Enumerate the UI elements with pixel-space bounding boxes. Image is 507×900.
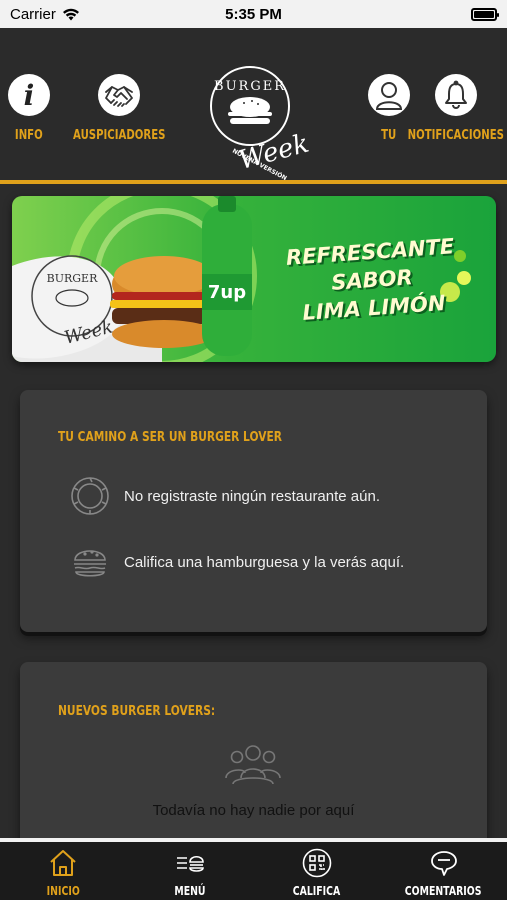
- burger-week-logo: BURGER Week NOVENA VERSIÓN: [202, 56, 320, 182]
- notifications-label: NOTIFICACIONES: [407, 128, 505, 143]
- header-divider: [0, 180, 507, 184]
- tab-comentarios[interactable]: COMENTARIOS: [380, 842, 507, 900]
- new-lovers-empty-text: Todavía no hay nadie por aquí: [152, 802, 355, 819]
- tab-inicio-label: INICIO: [46, 884, 80, 898]
- wifi-icon: [62, 8, 79, 20]
- promo-headline: REFRESCANTE SABOR LIMA LIMÓN: [259, 230, 484, 329]
- bottom-tab-bar: INICIO MENÚ CALIFICA COMENTARIOS: [0, 838, 507, 900]
- menu-icon: [177, 855, 204, 872]
- burger-icon: [74, 550, 106, 577]
- logo-title: BURGER: [214, 79, 286, 94]
- bell-icon: [435, 74, 477, 116]
- restaurant-status-text: No registraste ningún restaurante aún.: [124, 487, 380, 505]
- new-lovers-card-title: NUEVOS BURGER LOVERS:: [58, 704, 216, 719]
- svg-text:i: i: [24, 79, 35, 112]
- status-bar: Carrier 5:35 PM: [0, 0, 507, 28]
- burger-lover-progress-card: TU CAMINO A SER UN BURGER LOVER No regis…: [20, 390, 487, 632]
- handshake-icon: [98, 74, 141, 116]
- tab-menu-label: MENÚ: [174, 884, 206, 898]
- promo-banner[interactable]: BURGER Week 7up REFRESCANTE SABOR LIMA L…: [12, 196, 496, 362]
- carrier-label: Carrier: [10, 5, 56, 23]
- info-button[interactable]: i INFO: [8, 74, 50, 143]
- tab-comentarios-label: COMENTARIOS: [405, 884, 482, 898]
- badge-icon: [71, 477, 109, 515]
- sticker-title: BURGER: [47, 272, 98, 285]
- home-icon: [50, 850, 77, 876]
- notifications-button[interactable]: NOTIFICACIONES: [406, 74, 506, 143]
- info-label: INFO: [15, 128, 43, 143]
- qr-code-icon: [302, 848, 332, 878]
- new-burger-lovers-card: NUEVOS BURGER LOVERS: Todavía no hay nad…: [20, 662, 487, 852]
- tab-inicio[interactable]: INICIO: [0, 842, 127, 900]
- info-icon: i: [8, 74, 50, 116]
- sponsors-button[interactable]: AUSPICIADORES: [60, 74, 178, 143]
- status-left: Carrier: [10, 6, 80, 23]
- burger-lover-card-title: TU CAMINO A SER UN BURGER LOVER: [58, 430, 282, 445]
- user-icon: [368, 74, 410, 116]
- profile-label: TU: [381, 128, 397, 143]
- sponsors-label: AUSPICIADORES: [73, 128, 166, 143]
- battery-icon: [471, 7, 499, 21]
- rating-status-row: Califica una hamburguesa y la verás aquí…: [70, 542, 404, 582]
- group-users-icon: [225, 745, 281, 785]
- comment-icon: [430, 851, 457, 876]
- app-header: i INFO AUSPICIADORES BURGER Week NOVENA …: [0, 28, 507, 182]
- profile-button[interactable]: TU: [368, 74, 410, 143]
- restaurant-status-row: No registraste ningún restaurante aún.: [70, 476, 380, 516]
- rating-status-text: Califica una hamburguesa y la verás aquí…: [124, 553, 405, 571]
- brand-label: 7up: [208, 282, 246, 303]
- tab-califica-label: CALIFICA: [293, 884, 341, 898]
- tab-menu[interactable]: MENÚ: [127, 842, 254, 900]
- tab-califica[interactable]: CALIFICA: [254, 842, 381, 900]
